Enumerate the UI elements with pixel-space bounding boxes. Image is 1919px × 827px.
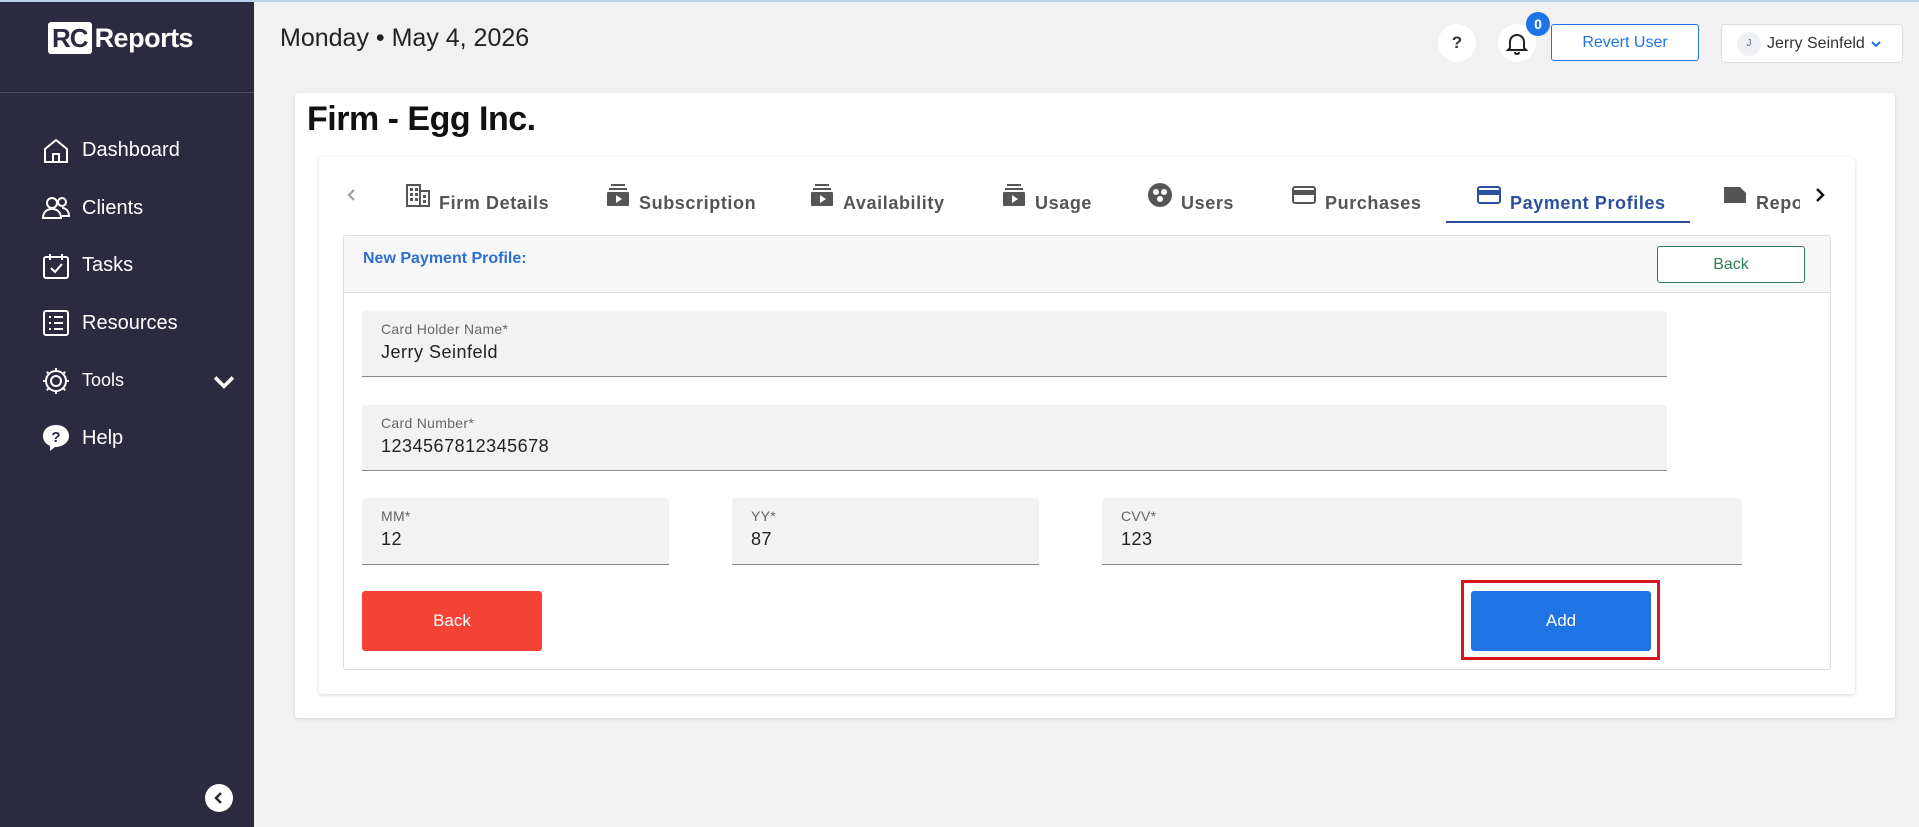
card-number-label: Card Number* <box>381 415 475 431</box>
tabs-scroll-left-button[interactable] <box>341 180 363 210</box>
logo-mark: RC <box>48 22 92 54</box>
add-button[interactable]: Add <box>1471 591 1651 651</box>
sidebar-nav: Dashboard Clients Tasks Resources Tools … <box>40 122 240 467</box>
media-stack-icon <box>607 184 629 206</box>
card-holder-label: Card Holder Name* <box>381 321 509 337</box>
chevron-left-icon <box>214 792 222 804</box>
month-label: MM* <box>381 508 411 524</box>
card-number-field[interactable]: Card Number* 1234567812345678 <box>362 405 1667 471</box>
chevron-down-icon <box>213 375 235 389</box>
sidebar-item-dashboard[interactable]: Dashboard <box>40 122 240 180</box>
chevron-down-icon <box>1871 40 1881 47</box>
tabs-scroll-right-button[interactable] <box>1809 180 1831 210</box>
panel-header <box>344 236 1830 293</box>
label-icon <box>1724 187 1746 203</box>
user-name: Jerry Seinfeld <box>1767 34 1865 52</box>
tab-label: Firm Details <box>439 193 550 213</box>
notification-count-badge: 0 <box>1526 12 1550 36</box>
card-holder-input[interactable]: Jerry Seinfeld <box>381 342 1556 363</box>
media-stack-icon <box>1003 184 1025 206</box>
tab-label: Subscription <box>639 193 757 213</box>
tab-label: Payment Profiles <box>1510 193 1666 213</box>
sidebar-item-label: Resources <box>82 311 178 334</box>
sidebar-collapse-button[interactable] <box>205 784 233 812</box>
list-icon <box>43 310 69 337</box>
back-button[interactable]: Back <box>362 591 542 651</box>
sidebar-item-label: Help <box>82 426 124 449</box>
sidebar-item-label: Tasks <box>82 254 134 277</box>
sidebar-item-label: Clients <box>82 196 144 219</box>
tab-label: Availability <box>843 193 945 213</box>
cvv-field[interactable]: CVV* 123 <box>1102 498 1742 565</box>
credit-card-icon <box>1477 186 1501 204</box>
sidebar-item-label: Tools <box>82 370 125 391</box>
card-holder-field[interactable]: Card Holder Name* Jerry Seinfeld <box>362 311 1667 377</box>
chevron-right-icon <box>1816 188 1825 202</box>
sidebar: RC Reports Dashboard Clients Tasks Resou… <box>0 2 254 827</box>
app-logo[interactable]: RC Reports <box>48 22 194 54</box>
page-title: Firm - Egg Inc. <box>307 100 536 138</box>
tab-label: Purchases <box>1325 193 1422 213</box>
tab-label: Repor <box>1756 193 1800 213</box>
tab-label: Users <box>1181 193 1235 213</box>
cvv-label: CVV* <box>1121 508 1157 524</box>
tab-subscription[interactable]: Subscription <box>605 172 756 224</box>
tab-usage[interactable]: Usage <box>1001 172 1092 224</box>
tab-firm-details[interactable]: Firm Details <box>405 172 549 224</box>
help-button[interactable]: ? <box>1438 24 1476 62</box>
sidebar-item-resources[interactable]: Resources <box>40 295 240 353</box>
year-input[interactable]: 87 <box>751 529 1027 550</box>
year-label: YY* <box>751 508 777 524</box>
sidebar-item-clients[interactable]: Clients <box>40 180 240 238</box>
back-header-button[interactable]: Back <box>1657 246 1805 283</box>
bell-icon <box>1505 33 1529 56</box>
users-icon <box>41 197 71 220</box>
tab-payment-profiles[interactable]: Payment Profiles <box>1476 172 1666 224</box>
media-stack-icon <box>811 184 833 206</box>
panel-title: New Payment Profile: <box>363 250 527 267</box>
sidebar-item-label: Dashboard <box>82 139 180 162</box>
help-bubble-icon: ? <box>43 425 69 452</box>
sidebar-item-help[interactable]: ? Help <box>40 410 240 468</box>
active-tab-indicator <box>1446 221 1690 223</box>
revert-user-button[interactable]: Revert User <box>1551 24 1699 61</box>
sidebar-divider <box>0 92 254 93</box>
year-field[interactable]: YY* 87 <box>732 498 1039 565</box>
month-input[interactable]: 12 <box>381 529 657 550</box>
tab-users[interactable]: Users <box>1147 172 1234 224</box>
tab-bar: Firm Details Subscription Availability U… <box>380 172 1800 224</box>
user-menu-button[interactable]: J Jerry Seinfeld <box>1721 24 1903 63</box>
credit-card-icon <box>1292 186 1316 204</box>
avatar: J <box>1737 31 1761 56</box>
sidebar-item-tasks[interactable]: Tasks <box>40 237 240 295</box>
month-field[interactable]: MM* 12 <box>362 498 669 565</box>
sidebar-item-tools[interactable]: Tools <box>40 352 240 410</box>
users-circle-icon <box>1148 183 1172 207</box>
building-icon <box>406 184 430 207</box>
gear-icon <box>43 367 69 394</box>
card-number-input[interactable]: 1234567812345678 <box>381 436 1556 457</box>
tab-reports[interactable]: Repor <box>1722 172 1800 224</box>
chevron-left-icon <box>347 189 355 201</box>
tab-purchases[interactable]: Purchases <box>1291 172 1421 224</box>
cvv-input[interactable]: 123 <box>1121 529 1697 550</box>
svg-text:?: ? <box>51 429 60 446</box>
current-date: Monday • May 4, 2026 <box>280 24 530 52</box>
logo-text: Reports <box>94 22 194 53</box>
tab-label: Usage <box>1035 193 1093 213</box>
tab-availability[interactable]: Availability <box>809 172 945 224</box>
calendar-check-icon <box>43 253 69 279</box>
home-icon <box>44 138 68 163</box>
